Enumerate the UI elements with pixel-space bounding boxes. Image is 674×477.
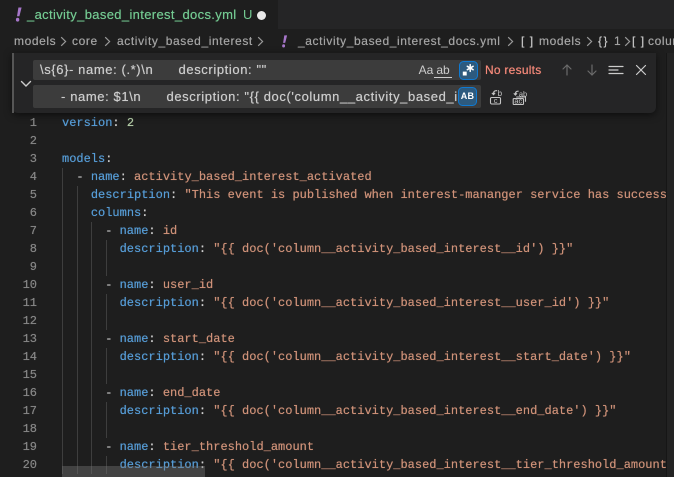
svg-text:ac: ac	[514, 97, 522, 105]
svg-text:b: b	[498, 89, 502, 98]
svg-text:c: c	[494, 96, 498, 105]
